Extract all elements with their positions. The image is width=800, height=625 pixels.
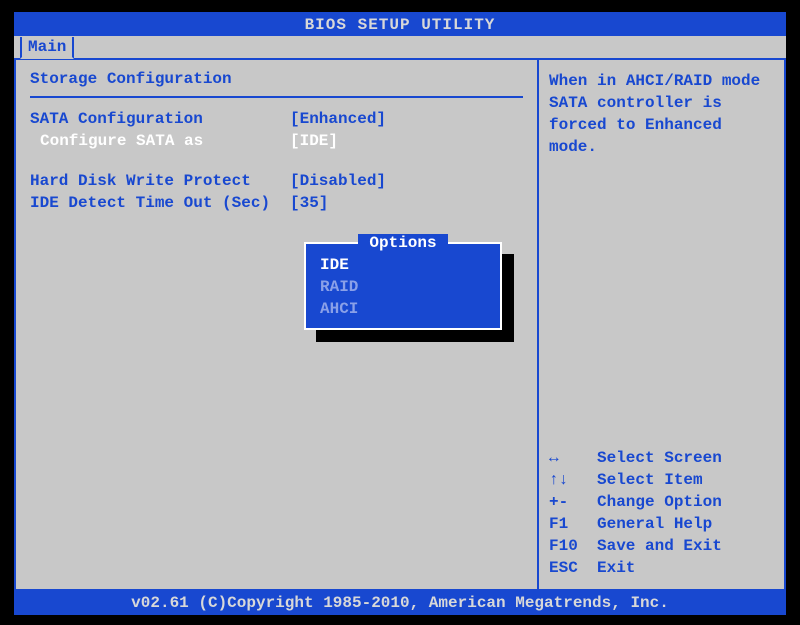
row-configure-sata-as[interactable]: Configure SATA as [IDE]	[30, 130, 523, 152]
key-desc: Change Option	[597, 491, 722, 513]
label-configure-sata-as: Configure SATA as	[30, 130, 290, 152]
key-glyph: ↔	[549, 447, 597, 469]
row-hd-write-protect[interactable]: Hard Disk Write Protect [Disabled]	[30, 170, 523, 192]
key-change-option: +- Change Option	[549, 491, 774, 513]
title-bar: BIOS SETUP UTILITY	[14, 12, 786, 36]
value-configure-sata-as: [IDE]	[290, 130, 338, 152]
option-ahci[interactable]: AHCI	[314, 298, 492, 320]
key-select-screen: ↔ Select Screen	[549, 447, 774, 469]
tab-main[interactable]: Main	[20, 37, 74, 59]
key-glyph: F1	[549, 513, 597, 535]
footer-bar: v02.61 (C)Copyright 1985-2010, American …	[14, 591, 786, 615]
options-popup: Options IDE RAID AHCI	[304, 242, 502, 330]
settings-panel: Storage Configuration SATA Configuration…	[16, 60, 539, 589]
copyright-text: v02.61 (C)Copyright 1985-2010, American …	[131, 594, 669, 612]
key-glyph: ESC	[549, 557, 597, 579]
key-glyph: F10	[549, 535, 597, 557]
key-exit: ESC Exit	[549, 557, 774, 579]
value-hd-write-protect: [Disabled]	[290, 170, 386, 192]
key-save-exit: F10 Save and Exit	[549, 535, 774, 557]
option-raid[interactable]: RAID	[314, 276, 492, 298]
tab-bar: Main	[14, 36, 786, 58]
options-popup-title: Options	[358, 234, 448, 252]
key-desc: Select Item	[597, 469, 703, 491]
main-frame: Storage Configuration SATA Configuration…	[14, 58, 786, 591]
key-desc: Exit	[597, 557, 635, 579]
key-select-item: ↑↓ Select Item	[549, 469, 774, 491]
label-sata-configuration: SATA Configuration	[30, 108, 290, 130]
section-rule	[30, 96, 523, 98]
row-ide-timeout[interactable]: IDE Detect Time Out (Sec) [35]	[30, 192, 523, 214]
context-help-text: When in AHCI/RAID mode SATA controller i…	[549, 70, 774, 158]
label-ide-timeout: IDE Detect Time Out (Sec)	[30, 192, 290, 214]
help-panel: When in AHCI/RAID mode SATA controller i…	[539, 60, 784, 589]
label-hd-write-protect: Hard Disk Write Protect	[30, 170, 290, 192]
row-sata-configuration[interactable]: SATA Configuration [Enhanced]	[30, 108, 523, 130]
key-general-help: F1 General Help	[549, 513, 774, 535]
key-glyph: ↑↓	[549, 469, 597, 491]
key-desc: Select Screen	[597, 447, 722, 469]
value-ide-timeout: [35]	[290, 192, 328, 214]
app-title: BIOS SETUP UTILITY	[305, 16, 496, 34]
key-glyph: +-	[549, 491, 597, 513]
value-sata-configuration: [Enhanced]	[290, 108, 386, 130]
option-ide[interactable]: IDE	[314, 254, 492, 276]
key-desc: Save and Exit	[597, 535, 722, 557]
key-legend: ↔ Select Screen ↑↓ Select Item +- Change…	[549, 447, 774, 579]
section-title: Storage Configuration	[30, 70, 523, 94]
key-desc: General Help	[597, 513, 712, 535]
